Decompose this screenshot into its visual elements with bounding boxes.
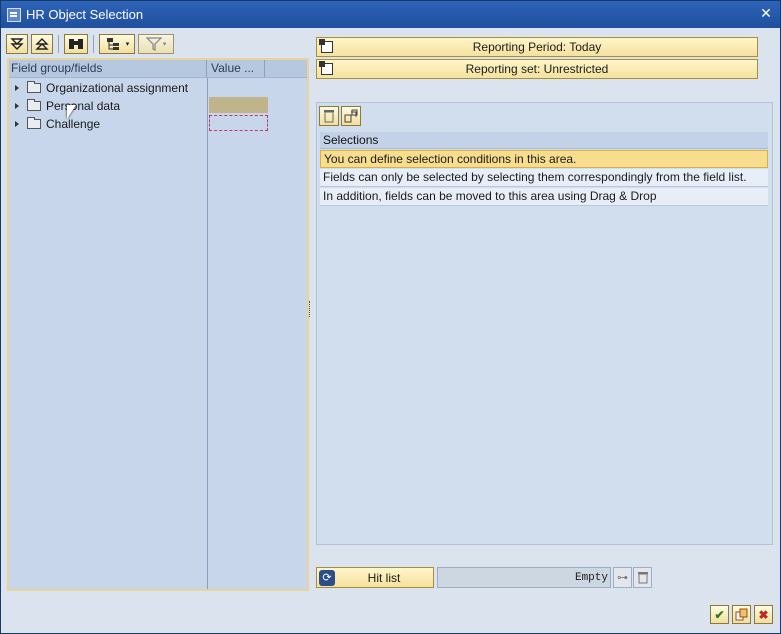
field-tree-panel: Field group/fields Value ... Organizatio…	[7, 58, 309, 591]
expand-all-icon	[10, 38, 24, 50]
chevron-down-icon: ▾	[162, 41, 167, 48]
check-icon: ✔	[714, 607, 725, 622]
panel-splitter[interactable]	[309, 301, 312, 317]
selections-panel: Selections You can define selection cond…	[316, 102, 773, 545]
tree-node-challenge[interactable]: Challenge	[9, 115, 100, 133]
dialog-window: HR Object Selection ✕ ▾ ▾ Field group/fi…	[0, 0, 781, 634]
folder-icon	[27, 117, 41, 129]
tree-node-label: Challenge	[46, 117, 101, 131]
hit-list-status-field: Empty	[437, 567, 611, 588]
tree-toolbar: ▾ ▾	[6, 33, 174, 55]
tree-node-label: Personal data	[46, 99, 121, 113]
copy-icon	[735, 608, 747, 620]
find-button[interactable]	[64, 34, 88, 54]
delete-selection-button[interactable]	[319, 106, 339, 126]
mouse-cursor	[67, 105, 76, 119]
value-cell-personal-data[interactable]	[209, 97, 268, 113]
toolbar-separator	[93, 35, 94, 53]
transfer-selection-button[interactable]	[341, 106, 361, 126]
delete-icon	[637, 572, 648, 584]
chevron-down-icon: ▾	[125, 41, 130, 48]
value-cell-challenge[interactable]	[209, 115, 268, 131]
hit-list-button[interactable]: ⟳ Hit list	[316, 567, 434, 588]
glasses-icon: ⊶	[617, 572, 628, 584]
folder-icon	[27, 99, 41, 111]
close-icon[interactable]: ✕	[758, 5, 774, 21]
column-divider	[207, 78, 208, 589]
copy-button[interactable]	[732, 605, 751, 624]
tree-header: Field group/fields Value ...	[9, 60, 307, 78]
filter-icon	[145, 37, 162, 51]
hit-list-delete-button[interactable]	[633, 567, 652, 588]
column-header-field-group[interactable]: Field group/fields	[9, 60, 207, 77]
structure-icon	[106, 38, 119, 50]
folder-icon	[27, 81, 41, 93]
expand-all-button[interactable]	[6, 34, 28, 54]
transfer-icon	[344, 109, 358, 123]
tree-node-organizational-assignment[interactable]: Organizational assignment	[9, 79, 188, 97]
reporting-set-button[interactable]: Reporting set: Unrestricted	[316, 59, 758, 79]
dialog-icon	[7, 7, 21, 22]
selection-icon	[319, 39, 333, 53]
refresh-icon: ⟳	[319, 569, 335, 586]
reporting-period-label: Reporting Period: Today	[472, 40, 602, 54]
window-title: HR Object Selection	[26, 7, 144, 22]
delete-icon	[324, 110, 334, 123]
toolbar-separator	[58, 35, 59, 53]
selection-info-row[interactable]: Fields can only be selected by selecting…	[320, 169, 768, 187]
expand-arrow-icon[interactable]	[15, 103, 19, 109]
cancel-button[interactable]: ✖	[754, 605, 773, 624]
hit-list-label: Hit list	[367, 570, 401, 585]
structure-menu-button[interactable]: ▾	[99, 34, 135, 54]
collapse-all-icon	[35, 38, 49, 50]
column-header-value[interactable]: Value ...	[207, 60, 265, 77]
expand-arrow-icon[interactable]	[15, 121, 19, 127]
filter-menu-button[interactable]: ▾	[138, 34, 174, 54]
confirm-button[interactable]: ✔	[710, 605, 729, 624]
selections-header: Selections	[320, 132, 768, 149]
selection-icon	[319, 61, 333, 75]
reporting-period-button[interactable]: Reporting Period: Today	[316, 37, 758, 57]
reporting-set-label: Reporting set: Unrestricted	[465, 62, 609, 76]
tree-node-label: Organizational assignment	[46, 81, 189, 95]
title-bar: HR Object Selection ✕	[1, 1, 780, 28]
selection-info-row[interactable]: In addition, fields can be moved to this…	[320, 188, 768, 206]
find-icon	[69, 39, 83, 49]
selection-info-row[interactable]: You can define selection conditions in t…	[320, 150, 768, 168]
collapse-all-button[interactable]	[31, 34, 53, 54]
cancel-icon: ✖	[758, 607, 769, 622]
expand-arrow-icon[interactable]	[15, 85, 19, 91]
selections-toolbar	[319, 106, 361, 126]
tree-node-personal-data[interactable]: Personal data	[9, 97, 120, 115]
hit-list-glasses-button[interactable]: ⊶	[613, 567, 632, 588]
